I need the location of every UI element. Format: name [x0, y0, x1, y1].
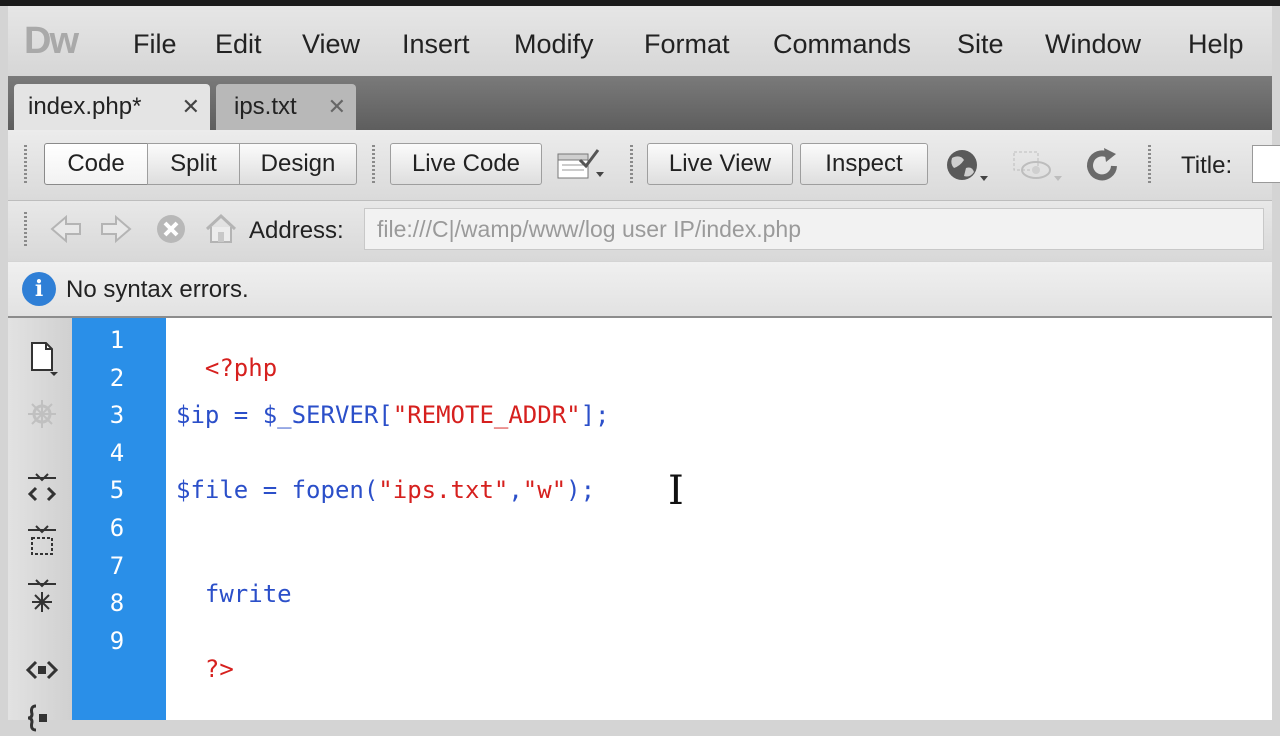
php-close-tag: ?>: [204, 655, 234, 683]
preview-globe-icon[interactable]: [942, 146, 994, 186]
collapse-full-tag-icon[interactable]: [24, 472, 60, 508]
code-token: ,: [508, 476, 523, 504]
menu-insert[interactable]: Insert: [402, 29, 470, 60]
line-number: 5: [109, 476, 125, 504]
code-line-9: ?>: [176, 627, 234, 683]
code-line-5: $file = fopen("ips.txt","w");: [176, 476, 595, 504]
design-view-button[interactable]: Design: [239, 143, 357, 185]
forward-arrow-icon[interactable]: [98, 212, 132, 246]
menu-view[interactable]: View: [302, 29, 360, 60]
php-open-tag: <?php: [204, 354, 278, 382]
address-label: Address:: [249, 217, 344, 244]
open-documents-icon[interactable]: [24, 340, 60, 376]
menu-modify[interactable]: Modify: [514, 29, 594, 60]
menu-format[interactable]: Format: [644, 29, 730, 60]
text-cursor-icon: I: [668, 468, 684, 514]
show-code-navigator-icon[interactable]: [24, 396, 60, 432]
code-string: "w": [522, 476, 567, 504]
code-line-3: $ip = $_SERVER["REMOTE_ADDR"];: [176, 401, 610, 429]
toolbar-divider: [1148, 145, 1151, 185]
live-code-button[interactable]: Live Code: [390, 143, 542, 185]
tab-label: ips.txt: [234, 93, 297, 120]
code-view-button[interactable]: Code: [44, 143, 148, 185]
split-view-button[interactable]: Split: [147, 143, 240, 185]
expand-all-icon[interactable]: [24, 578, 60, 614]
code-line-7: fwrite: [176, 552, 292, 608]
app-logo: Dw: [24, 20, 79, 62]
line-number: 1: [109, 326, 125, 354]
line-number: 6: [109, 514, 125, 542]
code-string: "REMOTE_ADDR": [392, 401, 581, 429]
tab-label: index.php*: [28, 93, 142, 120]
back-arrow-icon[interactable]: [50, 212, 84, 246]
code-token: $ip = $_SERVER[: [176, 401, 393, 429]
syntax-status-text: No syntax errors.: [66, 276, 249, 303]
live-view-button[interactable]: Live View: [647, 143, 793, 185]
visual-aids-icon[interactable]: [1010, 146, 1066, 186]
toolbar-divider: [630, 145, 633, 185]
line-number: 8: [109, 589, 125, 617]
code-editor[interactable]: [166, 318, 1272, 720]
line-number: 3: [109, 401, 125, 429]
code-token: fwrite: [204, 580, 292, 608]
line-number: 2: [109, 364, 125, 392]
balance-braces-icon[interactable]: [24, 700, 60, 736]
menu-edit[interactable]: Edit: [215, 29, 262, 60]
toolbar-divider: [372, 145, 375, 185]
code-token: $file = fopen(: [176, 476, 379, 504]
line-number: 4: [109, 439, 125, 467]
line-number: 9: [109, 627, 125, 655]
menu-site[interactable]: Site: [957, 29, 1004, 60]
check-browser-compatibility-icon[interactable]: [556, 146, 608, 184]
menu-help[interactable]: Help: [1188, 29, 1244, 60]
close-icon[interactable]: ✕: [328, 94, 346, 120]
info-icon: i: [22, 272, 56, 306]
refresh-icon[interactable]: [1084, 146, 1122, 186]
tab-index-php[interactable]: index.php* ✕: [14, 84, 210, 130]
close-icon[interactable]: ✕: [182, 94, 200, 120]
code-token: );: [566, 476, 596, 504]
menu-window[interactable]: Window: [1045, 29, 1141, 60]
collapse-selection-icon[interactable]: [24, 524, 60, 560]
inspect-button[interactable]: Inspect: [800, 143, 928, 185]
stop-icon[interactable]: [154, 212, 188, 246]
address-input[interactable]: file:///C|/wamp/www/log user IP/index.ph…: [364, 208, 1264, 250]
line-number: 7: [109, 552, 125, 580]
code-string: "ips.txt": [378, 476, 509, 504]
select-parent-tag-icon[interactable]: [24, 652, 60, 688]
toolbar-grip[interactable]: [24, 145, 27, 185]
tab-ips-txt[interactable]: ips.txt ✕: [216, 84, 356, 130]
title-input[interactable]: [1252, 145, 1280, 183]
menu-file[interactable]: File: [133, 29, 177, 60]
menu-commands[interactable]: Commands: [773, 29, 911, 60]
toolbar-grip[interactable]: [24, 212, 27, 248]
code-token: ];: [580, 401, 610, 429]
code-line-1: <?php: [176, 326, 277, 382]
title-label: Title:: [1181, 152, 1233, 179]
home-icon[interactable]: [204, 212, 238, 246]
